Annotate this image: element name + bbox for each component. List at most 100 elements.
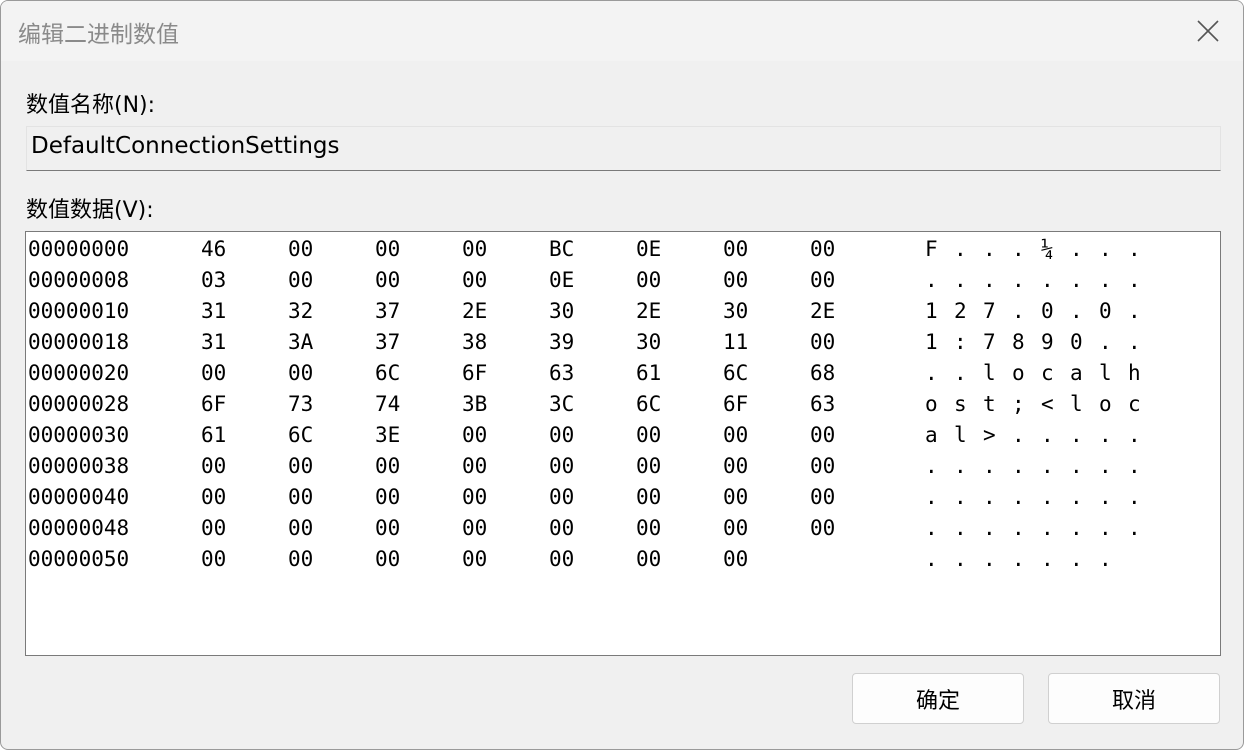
ascii-char[interactable]: l xyxy=(1070,392,1083,416)
hex-byte[interactable]: 61 xyxy=(636,361,661,385)
hex-byte[interactable]: 00 xyxy=(375,454,400,478)
ascii-char[interactable]: . xyxy=(1128,237,1141,261)
hex-byte[interactable]: 46 xyxy=(201,237,226,261)
hex-byte[interactable]: 73 xyxy=(288,392,313,416)
hex-byte[interactable]: 00 xyxy=(810,485,835,509)
ascii-char[interactable]: . xyxy=(983,268,996,292)
hex-byte[interactable]: 6C xyxy=(288,423,313,447)
ascii-char[interactable]: 1 xyxy=(925,299,938,323)
ascii-char[interactable]: 7 xyxy=(983,299,996,323)
ascii-char[interactable]: < xyxy=(1041,392,1054,416)
title-bar[interactable]: 编辑二进制数值 xyxy=(1,1,1243,61)
hex-byte[interactable]: 00 xyxy=(636,268,661,292)
hex-byte[interactable]: 00 xyxy=(288,547,313,571)
ascii-char[interactable]: . xyxy=(1012,237,1025,261)
hex-byte[interactable]: 38 xyxy=(462,330,487,354)
hex-byte[interactable]: 00 xyxy=(636,547,661,571)
hex-byte[interactable]: 31 xyxy=(201,299,226,323)
hex-byte[interactable]: 00 xyxy=(549,423,574,447)
hex-byte[interactable]: 00 xyxy=(462,547,487,571)
ascii-char[interactable]: . xyxy=(1099,547,1112,571)
ascii-char[interactable]: . xyxy=(1128,268,1141,292)
hex-byte[interactable]: 03 xyxy=(201,268,226,292)
hex-byte[interactable]: 3E xyxy=(375,423,400,447)
ascii-char[interactable]: . xyxy=(954,454,967,478)
hex-byte[interactable]: 00 xyxy=(462,268,487,292)
ascii-char[interactable]: . xyxy=(1070,454,1083,478)
ascii-char[interactable]: . xyxy=(1128,485,1141,509)
ascii-char[interactable]: . xyxy=(925,454,938,478)
ascii-char[interactable]: o xyxy=(1099,392,1112,416)
ascii-char[interactable]: 1 xyxy=(925,330,938,354)
hex-byte[interactable]: 00 xyxy=(636,516,661,540)
ascii-char[interactable]: F xyxy=(925,237,938,261)
hex-byte[interactable]: 39 xyxy=(549,330,574,354)
hex-byte[interactable]: 00 xyxy=(549,454,574,478)
hex-byte[interactable]: 31 xyxy=(201,330,226,354)
hex-byte[interactable]: 00 xyxy=(810,454,835,478)
ascii-char[interactable]: l xyxy=(983,361,996,385)
ascii-char[interactable]: . xyxy=(1070,268,1083,292)
hex-byte[interactable]: 00 xyxy=(810,330,835,354)
hex-byte[interactable]: 32 xyxy=(288,299,313,323)
ascii-char[interactable]: . xyxy=(1128,299,1141,323)
hex-byte[interactable]: 00 xyxy=(462,454,487,478)
ascii-char[interactable]: l xyxy=(1099,361,1112,385)
close-button[interactable] xyxy=(1173,1,1243,61)
hex-byte[interactable]: 11 xyxy=(723,330,748,354)
ascii-char[interactable]: a xyxy=(925,423,938,447)
ascii-char[interactable]: . xyxy=(925,361,938,385)
hex-byte[interactable]: 00 xyxy=(723,454,748,478)
ascii-char[interactable]: > xyxy=(983,423,996,447)
ascii-char[interactable]: . xyxy=(1070,237,1083,261)
hex-byte[interactable]: 00 xyxy=(201,361,226,385)
hex-byte[interactable]: 00 xyxy=(636,423,661,447)
hex-byte[interactable]: 2E xyxy=(810,299,835,323)
ascii-char[interactable]: . xyxy=(1128,330,1141,354)
ascii-char[interactable]: . xyxy=(954,237,967,261)
hex-byte[interactable]: 00 xyxy=(288,485,313,509)
ascii-char[interactable]: : xyxy=(954,330,967,354)
ascii-char[interactable]: c xyxy=(1128,392,1141,416)
ascii-char[interactable]: . xyxy=(983,516,996,540)
hex-byte[interactable]: 00 xyxy=(375,268,400,292)
ascii-char[interactable]: . xyxy=(925,268,938,292)
ascii-char[interactable]: ; xyxy=(1012,392,1025,416)
ascii-char[interactable]: t xyxy=(983,392,996,416)
hex-byte[interactable]: 30 xyxy=(636,330,661,354)
ascii-char[interactable]: . xyxy=(1041,454,1054,478)
hex-byte[interactable]: 0E xyxy=(549,268,574,292)
ascii-char[interactable]: . xyxy=(954,485,967,509)
hex-byte[interactable]: 00 xyxy=(288,237,313,261)
hex-byte[interactable]: 00 xyxy=(201,485,226,509)
hex-byte[interactable]: 00 xyxy=(549,485,574,509)
ascii-char[interactable]: . xyxy=(954,361,967,385)
hex-byte[interactable]: 6C xyxy=(375,361,400,385)
ascii-char[interactable]: s xyxy=(954,392,967,416)
hex-byte[interactable]: 37 xyxy=(375,299,400,323)
ascii-char[interactable]: . xyxy=(983,485,996,509)
ascii-char[interactable]: . xyxy=(1070,516,1083,540)
hex-byte[interactable]: 3A xyxy=(288,330,313,354)
ascii-char[interactable]: . xyxy=(925,547,938,571)
ascii-char[interactable]: . xyxy=(1099,268,1112,292)
ascii-char[interactable]: . xyxy=(1070,547,1083,571)
hex-byte[interactable]: 00 xyxy=(288,268,313,292)
ascii-char[interactable]: 0 xyxy=(1070,330,1083,354)
hex-byte[interactable]: 6F xyxy=(462,361,487,385)
ascii-char[interactable]: c xyxy=(1041,361,1054,385)
hex-byte[interactable]: 00 xyxy=(810,423,835,447)
hex-byte[interactable]: 30 xyxy=(549,299,574,323)
ascii-char[interactable]: 0 xyxy=(1041,299,1054,323)
hex-byte[interactable]: 00 xyxy=(201,454,226,478)
hex-byte[interactable]: 00 xyxy=(201,516,226,540)
hex-byte[interactable]: 00 xyxy=(636,485,661,509)
ascii-char[interactable]: . xyxy=(1012,547,1025,571)
ascii-char[interactable]: . xyxy=(1099,516,1112,540)
ascii-char[interactable]: . xyxy=(1012,268,1025,292)
hex-byte[interactable]: 00 xyxy=(549,547,574,571)
hex-byte[interactable]: 00 xyxy=(723,423,748,447)
hex-byte[interactable]: 00 xyxy=(375,516,400,540)
hex-byte[interactable]: 00 xyxy=(375,237,400,261)
hex-byte[interactable]: 3B xyxy=(462,392,487,416)
